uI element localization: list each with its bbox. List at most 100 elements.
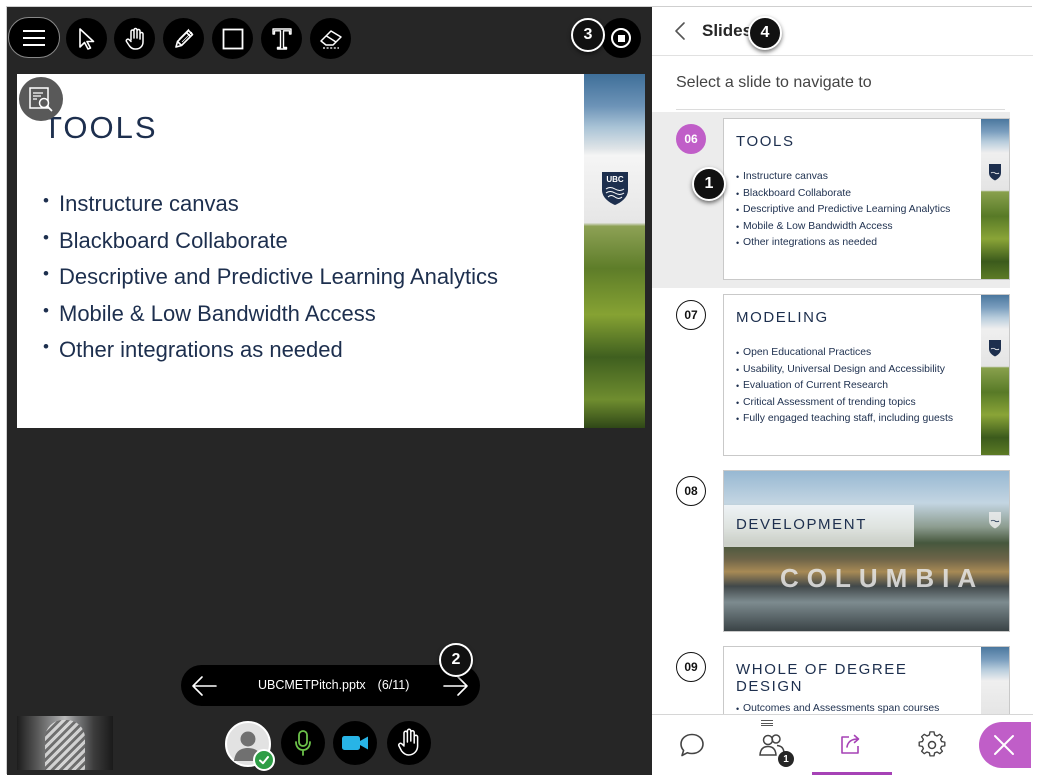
- svg-text:UBC: UBC: [606, 175, 624, 184]
- panel-title: Slides: [702, 21, 753, 40]
- microphone-button[interactable]: [281, 721, 325, 765]
- rectangle-icon: [222, 28, 243, 49]
- slide-preview-button[interactable]: [19, 77, 63, 121]
- thumbnail-bullet: Usability, Universal Design and Accessib…: [736, 362, 976, 379]
- draw-tool-button[interactable]: [163, 18, 204, 59]
- raise-hand-button[interactable]: [387, 721, 431, 765]
- pan-tool-button[interactable]: [114, 18, 155, 59]
- select-tool-button[interactable]: [66, 18, 107, 59]
- slide-bullet: Instructure canvas: [43, 183, 573, 223]
- callout-marker: 1: [692, 167, 726, 201]
- pencil-icon: [174, 28, 193, 48]
- slide-bullet: Mobile & Low Bandwidth Access: [43, 293, 573, 333]
- panel-header: Slides: [652, 7, 1033, 56]
- thumbnail-photo-text: COLUMBIA: [780, 563, 985, 593]
- text-tool-button[interactable]: [261, 18, 302, 59]
- ubc-crest: UBC: [602, 172, 628, 205]
- file-name: UBCMETPitch.pptx: [258, 678, 366, 692]
- thumbnail-bullet-list: Outcomes and Assessments span courses: [736, 701, 976, 714]
- gear-icon: [918, 731, 946, 757]
- thumbnail-bullet: Open Educational Practices: [736, 345, 976, 362]
- raise-hand-icon: [398, 728, 419, 756]
- camera-icon: [342, 736, 368, 750]
- ubc-crest: [989, 164, 1001, 181]
- share-content-tab[interactable]: [812, 715, 892, 775]
- slide-thumbnail[interactable]: DEVELOPMENT COLUMBIA: [723, 470, 1010, 632]
- menu-button[interactable]: [8, 17, 60, 58]
- microphone-icon: [295, 730, 311, 756]
- slide-thumbnail-list: 06 TOOLS Instructure canvas Blackboard C…: [652, 112, 1033, 714]
- attendee-count-badge: 1: [778, 751, 794, 767]
- slide-title: TOOLS: [43, 110, 158, 145]
- status-ok-badge: [253, 749, 275, 771]
- slide-number-badge: 06: [676, 124, 706, 154]
- previous-slide-button[interactable]: [189, 671, 219, 701]
- settings-tab[interactable]: [892, 715, 972, 775]
- close-panel-button[interactable]: [979, 722, 1031, 768]
- stop-sharing-icon: [611, 28, 631, 48]
- preview-zoom-icon: [29, 87, 53, 112]
- slide-photo-strip: [584, 74, 645, 428]
- slide-bullet: Other integrations as needed: [43, 329, 573, 369]
- slide-position: (6/11): [377, 678, 410, 692]
- panel-instructions: Select a slide to navigate to: [676, 74, 872, 91]
- arrow-left-icon: [192, 676, 217, 696]
- thumbnail-bullet: Outcomes and Assessments span courses: [736, 701, 976, 714]
- thumbnail-bullet-list: Open Educational Practices Usability, Un…: [736, 345, 976, 428]
- app-window: TOOLS Instructure canvas Blackboard Coll…: [6, 6, 1033, 775]
- shape-tool-button[interactable]: [212, 18, 253, 59]
- eraser-icon: [319, 29, 342, 49]
- thumbnail-title: WHOLE OF DEGREE DESIGN: [736, 661, 908, 695]
- callout-marker: 3: [571, 18, 605, 52]
- thumbnail-photo-strip: [981, 295, 1009, 455]
- slide-number-badge: 08: [676, 476, 706, 506]
- slide-number-badge: 09: [676, 652, 706, 682]
- webcam-preview: [17, 716, 113, 770]
- close-icon: [994, 735, 1014, 755]
- slide-bullet: Blackboard Collaborate: [43, 220, 573, 260]
- slide-list-item[interactable]: 08 DEVELOPMENT COLUMBIA: [652, 464, 1010, 640]
- thumbnail-bullet: Instructure canvas: [736, 169, 976, 186]
- thumbnail-bullet: Critical Assessment of trending topics: [736, 395, 976, 412]
- thumbnail-bullet: Descriptive and Predictive Learning Anal…: [736, 202, 976, 219]
- thumbnail-bullet: Other integrations as needed: [736, 235, 976, 252]
- back-button[interactable]: [670, 20, 690, 42]
- slide-thumbnail[interactable]: MODELING Open Educational Practices Usab…: [723, 294, 1010, 456]
- thumbnail-title-box: DEVELOPMENT: [724, 505, 914, 547]
- camera-button[interactable]: [333, 721, 377, 765]
- shared-slide: TOOLS Instructure canvas Blackboard Coll…: [17, 74, 645, 428]
- chat-tab[interactable]: [652, 715, 732, 775]
- presentation-file-label: UBCMETPitch.pptx (6/11): [258, 678, 409, 692]
- thumbnail-title: DEVELOPMENT: [736, 516, 867, 533]
- thumbnail-bullet-list: Instructure canvas Blackboard Collaborat…: [736, 169, 976, 252]
- slide-thumbnail[interactable]: WHOLE OF DEGREE DESIGN Outcomes and Asse…: [723, 646, 1010, 714]
- ubc-crest: [989, 340, 1001, 357]
- my-status-avatar-button[interactable]: [225, 721, 275, 771]
- thumbnail-title: TOOLS: [736, 133, 795, 150]
- thumbnail-bullet: Fully engaged teaching staff, including …: [736, 411, 976, 428]
- thumbnail-bullet: Evaluation of Current Research: [736, 378, 976, 395]
- text-tool-icon: [271, 27, 292, 50]
- panel-divider: [676, 109, 1005, 110]
- slide-thumbnail[interactable]: TOOLS Instructure canvas Blackboard Coll…: [723, 118, 1010, 280]
- select-arrow-icon: [78, 27, 94, 50]
- eraser-tool-button[interactable]: [310, 18, 351, 59]
- slide-bullet-list: Instructure canvas Blackboard Collaborat…: [43, 183, 573, 369]
- arrow-right-icon: [443, 676, 468, 696]
- share-content-icon: [841, 734, 860, 754]
- checkmark-icon: [259, 756, 269, 765]
- thumbnail-bullet: Blackboard Collaborate: [736, 186, 976, 203]
- menu-icon: [23, 29, 45, 46]
- chevron-left-icon: [675, 22, 685, 40]
- thumbnail-title: MODELING: [736, 309, 829, 326]
- slide-list-item[interactable]: 09 WHOLE OF DEGREE DESIGN Outcomes and A…: [652, 640, 1010, 714]
- stop-sharing-button[interactable]: [601, 18, 641, 58]
- callout-marker: 4: [748, 16, 782, 50]
- panel-tab-bar: 1: [652, 714, 1033, 775]
- slide-number-badge: 07: [676, 300, 706, 330]
- attendees-tab[interactable]: 1: [732, 715, 812, 775]
- chat-icon: [680, 733, 704, 757]
- thumbnail-photo-strip: [981, 119, 1009, 279]
- thumbnail-bullet: Mobile & Low Bandwidth Access: [736, 219, 976, 236]
- slide-list-item[interactable]: 07 MODELING Open Educational Practices U…: [652, 288, 1010, 464]
